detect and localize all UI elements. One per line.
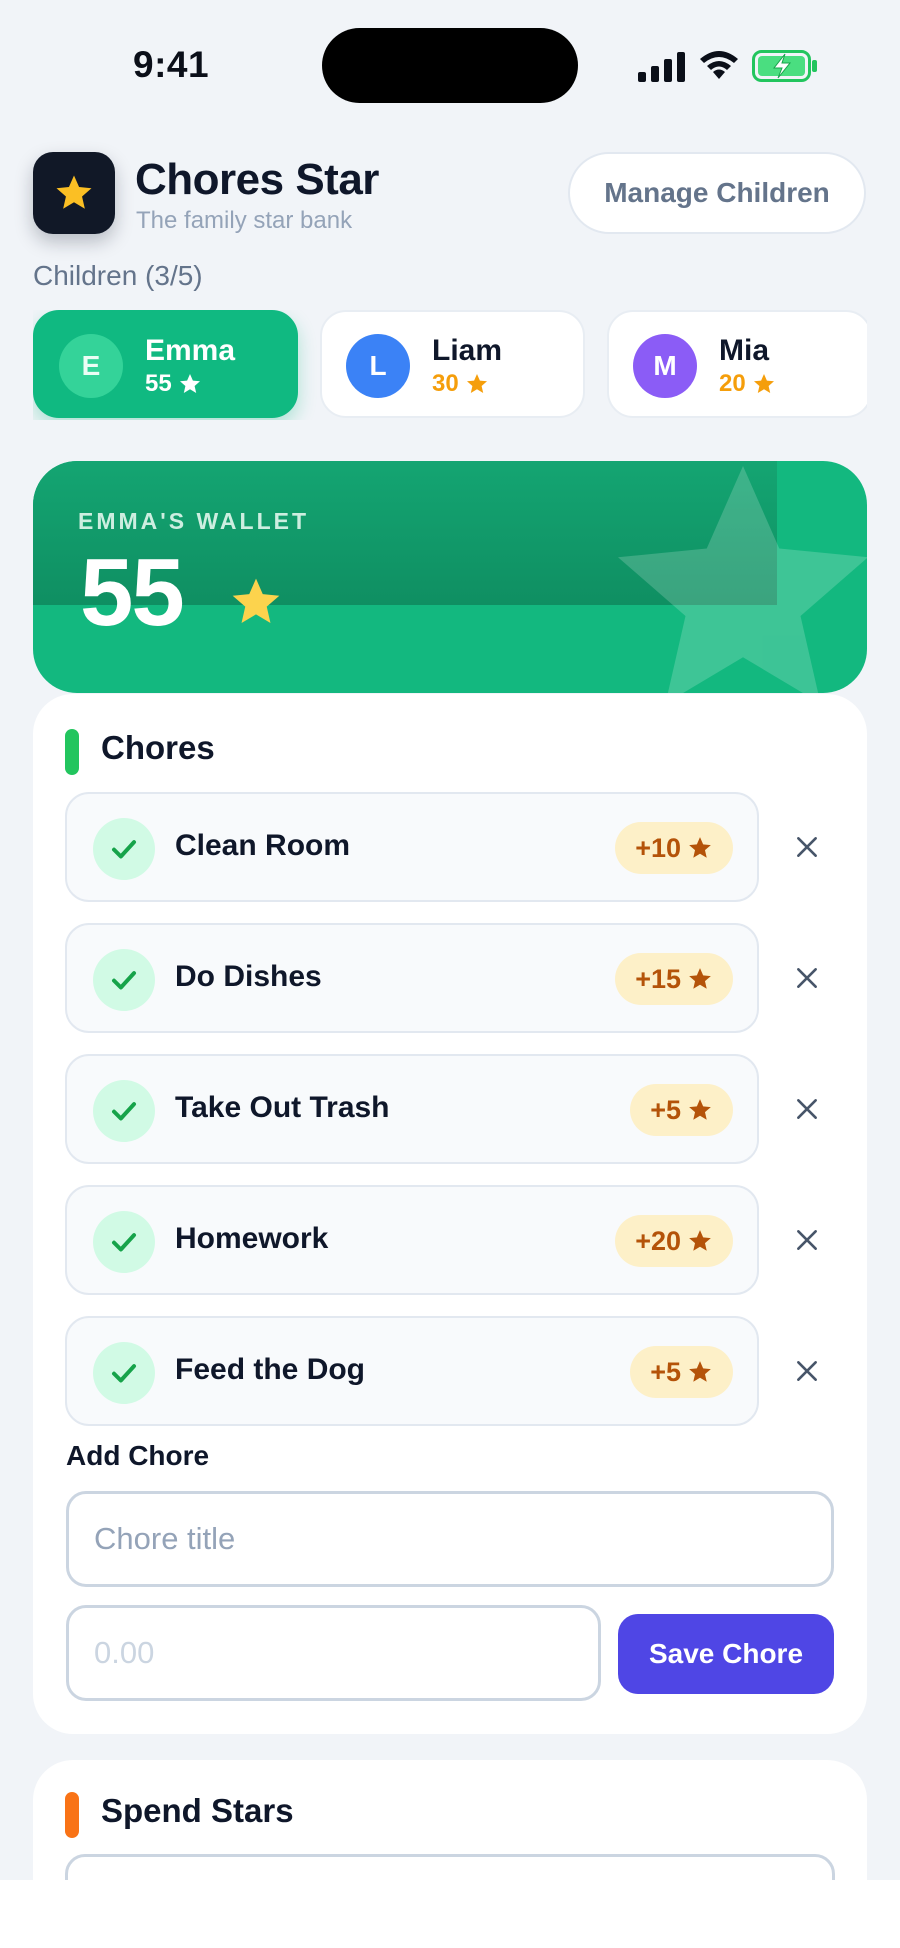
section-accent-bar: [65, 729, 79, 775]
chore-title: Feed the Dog: [175, 1353, 366, 1386]
close-icon: [797, 1361, 817, 1381]
child-name: Emma: [145, 334, 236, 367]
chores-title: Chores: [101, 729, 215, 766]
chore-title: Do Dishes: [175, 960, 322, 993]
chore-reward-badge: +10: [615, 822, 733, 874]
chore-reward-badge: +5: [630, 1346, 733, 1398]
child-card-mia[interactable]: M Mia 20: [607, 310, 867, 418]
chore-title: Take Out Trash: [175, 1091, 390, 1124]
chore-reward-badge: +15: [615, 953, 733, 1005]
chore-reward: +5: [650, 1094, 681, 1125]
child-selector: E Emma 55 L Liam 30 M Mia 20: [33, 310, 867, 420]
check-icon: [112, 971, 136, 990]
star-icon: [689, 968, 711, 989]
star-watermark-icon: [618, 466, 867, 693]
child-card-liam[interactable]: L Liam 30: [320, 310, 585, 418]
close-icon: [797, 1230, 817, 1250]
complete-chore-button[interactable]: [93, 1211, 155, 1273]
check-icon: [112, 840, 136, 859]
chore-reward: +20: [635, 1225, 681, 1256]
chore-item-take-out-trash[interactable]: Take Out Trash +5: [65, 1054, 759, 1164]
chore-item-do-dishes[interactable]: Do Dishes +15: [65, 923, 759, 1033]
wifi-icon: [700, 51, 738, 79]
avatar: L: [346, 334, 410, 398]
chore-title: Homework: [175, 1222, 329, 1255]
star-icon: [689, 1361, 711, 1382]
close-icon: [797, 837, 817, 857]
star-icon: [466, 374, 487, 393]
chore-amount-input[interactable]: [66, 1605, 601, 1701]
chore-item-homework[interactable]: Homework +20: [65, 1185, 759, 1295]
child-star-count: 55: [145, 370, 172, 397]
cellular-signal-icon: [638, 52, 685, 82]
chore-reward-badge: +20: [615, 1215, 733, 1267]
chore-reward: +5: [650, 1356, 681, 1387]
child-name: Liam: [432, 334, 503, 367]
wallet-label: EMMA'S WALLET: [78, 508, 310, 534]
complete-chore-button[interactable]: [93, 1080, 155, 1142]
app-logo: [33, 152, 115, 234]
spend-stars-title: Spend Stars: [101, 1792, 294, 1829]
dynamic-island: [322, 28, 578, 103]
avatar: M: [633, 334, 697, 398]
save-chore-button[interactable]: Save Chore: [618, 1614, 834, 1694]
manage-children-button[interactable]: Manage Children: [568, 152, 866, 234]
remove-chore-button[interactable]: [785, 956, 829, 1000]
star-icon: [179, 374, 200, 393]
check-icon: [112, 1364, 136, 1383]
remove-chore-button[interactable]: [785, 1087, 829, 1131]
child-stars: 20: [719, 370, 776, 398]
chore-title: Clean Room: [175, 829, 351, 862]
remove-chore-button[interactable]: [785, 825, 829, 869]
chore-title-input[interactable]: [66, 1491, 834, 1587]
star-icon: [753, 374, 774, 393]
remove-chore-button[interactable]: [785, 1218, 829, 1262]
app-subtitle: The family star bank: [136, 207, 353, 234]
battery-charging-icon: [752, 50, 817, 82]
star-icon: [232, 578, 280, 623]
complete-chore-button[interactable]: [93, 818, 155, 880]
wallet-amount: 55: [80, 539, 185, 646]
check-icon: [112, 1102, 136, 1121]
close-icon: [797, 968, 817, 988]
status-time: 9:41: [133, 44, 210, 85]
app-title: Chores Star: [135, 155, 379, 204]
chore-reward-badge: +5: [630, 1084, 733, 1136]
status-bar: 9:41: [0, 0, 900, 130]
section-accent-bar: [65, 1792, 79, 1838]
star-icon: [689, 1099, 711, 1120]
close-icon: [797, 1099, 817, 1119]
child-star-count: 20: [719, 370, 746, 397]
complete-chore-button[interactable]: [93, 949, 155, 1011]
star-icon: [56, 175, 92, 209]
child-stars: 30: [432, 370, 489, 398]
children-count-label: Children (3/5): [33, 260, 203, 291]
child-name: Mia: [719, 334, 770, 367]
avatar: E: [59, 334, 123, 398]
child-stars: 55: [145, 370, 202, 398]
chore-reward: +10: [635, 832, 681, 863]
star-icon: [689, 1230, 711, 1251]
remove-chore-button[interactable]: [785, 1349, 829, 1393]
star-icon: [689, 837, 711, 858]
child-star-count: 30: [432, 370, 459, 397]
child-card-emma[interactable]: E Emma 55: [33, 310, 298, 418]
add-chore-label: Add Chore: [66, 1440, 210, 1471]
chore-item-clean-room[interactable]: Clean Room +10: [65, 792, 759, 902]
complete-chore-button[interactable]: [93, 1342, 155, 1404]
check-icon: [112, 1233, 136, 1252]
chore-reward: +15: [635, 963, 681, 994]
screen-bottom: [0, 1880, 900, 1948]
chore-item-feed-the-dog[interactable]: Feed the Dog +5: [65, 1316, 759, 1426]
